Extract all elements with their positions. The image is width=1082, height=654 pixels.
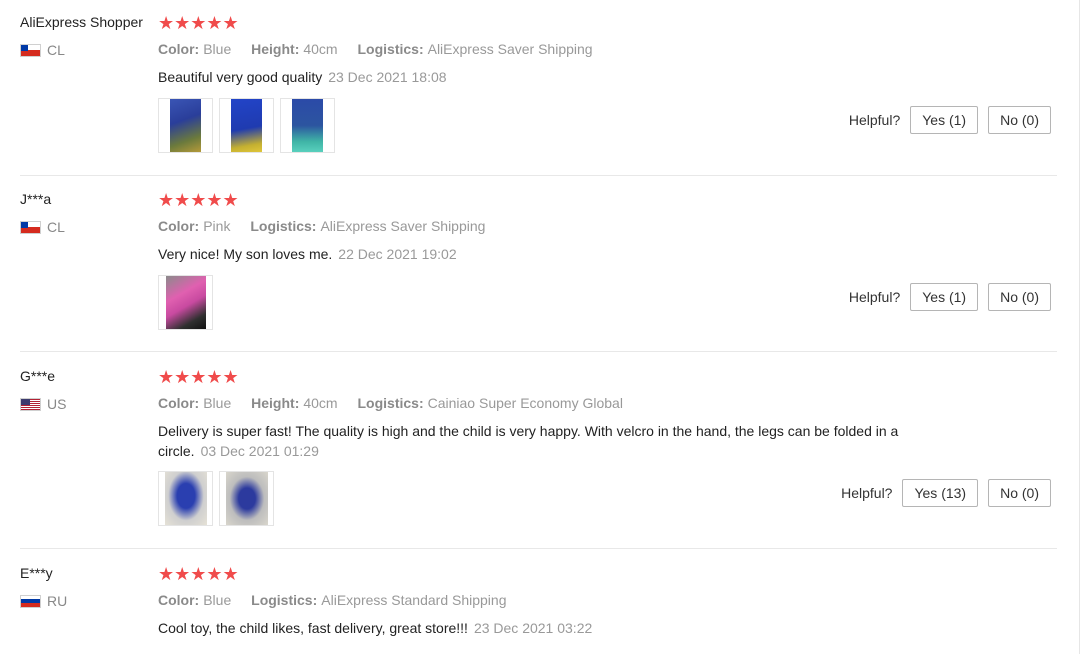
- attr-key: Logistics:: [357, 41, 424, 57]
- review-photo-thumbnail[interactable]: [158, 471, 213, 526]
- helpful-yes-button[interactable]: Yes (1): [910, 106, 979, 134]
- reviewer-name: AliExpress Shopper: [20, 14, 143, 30]
- attr-key: Color:: [158, 592, 200, 608]
- review-body: Cool toy, the child likes, fast delivery…: [158, 620, 468, 636]
- review-body: Beautiful very good quality: [158, 69, 323, 85]
- attr-value: Blue: [203, 41, 232, 57]
- attr-key: Logistics:: [251, 592, 318, 608]
- reviewer-name: E***y: [20, 565, 53, 581]
- star-rating: ★★★★★: [158, 367, 239, 387]
- reviewer-country: RU: [20, 593, 67, 609]
- review-text: Cool toy, the child likes, fast delivery…: [158, 618, 958, 638]
- review-photos: [158, 275, 213, 330]
- attr-value: AliExpress Standard Shipping: [321, 592, 507, 608]
- attr-key: Logistics:: [250, 218, 317, 234]
- country-code: CL: [47, 219, 65, 235]
- attr-value: Pink: [203, 218, 231, 234]
- reviewer-name: G***e: [20, 368, 56, 384]
- country-code: CL: [47, 42, 65, 58]
- review-attributes: Color: Blue Height: 40cm Logistics: AliExpr…: [158, 41, 609, 57]
- attr-key: Height:: [251, 395, 300, 411]
- russia-flag-icon: [20, 594, 41, 608]
- review-attributes: Color: Blue Height: 40cm Logistics: Cainiao…: [158, 395, 639, 411]
- star-rating: ★★★★★: [158, 190, 239, 210]
- review-date: 03 Dec 2021 01:29: [200, 443, 319, 459]
- country-code: US: [47, 396, 67, 412]
- review-photos: [158, 98, 335, 153]
- attr-value: 40cm: [303, 41, 338, 57]
- reviewer-country: CL: [20, 42, 65, 58]
- star-rating: ★★★★★: [158, 13, 239, 33]
- helpful-vote: Helpful? Yes (1) No (0): [849, 283, 1051, 311]
- review-photo-thumbnail[interactable]: [158, 275, 213, 330]
- helpful-label: Helpful?: [848, 112, 901, 128]
- review-attributes: Color: Blue Logistics: AliExpress Standard…: [158, 592, 523, 608]
- chile-flag-icon: [20, 220, 41, 234]
- attr-key: Color:: [158, 218, 200, 234]
- review-date: 23 Dec 2021 18:08: [328, 69, 447, 85]
- helpful-no-button[interactable]: No (0): [988, 283, 1051, 311]
- review-photo-thumbnail[interactable]: [219, 471, 274, 526]
- attr-key: Logistics:: [357, 395, 424, 411]
- helpful-label: Helpful?: [848, 289, 901, 305]
- reviewer-country: US: [20, 396, 66, 412]
- helpful-no-button[interactable]: No (0): [988, 479, 1051, 507]
- helpful-yes-button[interactable]: Yes (1): [910, 283, 979, 311]
- attr-value: 40cm: [303, 395, 338, 411]
- helpful-vote: Helpful? Yes (1) No (0): [849, 106, 1051, 134]
- reviewer-name: J***a: [20, 191, 52, 207]
- attr-value: Blue: [203, 592, 232, 608]
- attr-key: Color:: [158, 41, 200, 57]
- review-photo-thumbnail[interactable]: [280, 98, 335, 153]
- attr-value: Blue: [203, 395, 232, 411]
- chile-flag-icon: [20, 43, 41, 57]
- attr-value: AliExpress Saver Shipping: [320, 218, 486, 234]
- review-text: Delivery is super fast! The quality is h…: [158, 421, 958, 461]
- attr-value: Cainiao Super Economy Global: [427, 395, 623, 411]
- reviewer-country: CL: [20, 219, 65, 235]
- helpful-vote: Helpful? Yes (13) No (0): [841, 479, 1051, 507]
- helpful-no-button[interactable]: No (0): [988, 106, 1051, 134]
- star-rating: ★★★★★: [158, 564, 239, 584]
- us-flag-icon: [20, 397, 41, 411]
- review-photos: [158, 471, 274, 526]
- page-right-border: [1079, 0, 1080, 654]
- review-date: 23 Dec 2021 03:22: [473, 620, 593, 636]
- review-photo-thumbnail[interactable]: [158, 98, 213, 153]
- review-attributes: Color: Pink Logistics: AliExpress Saver Sh…: [158, 218, 501, 234]
- helpful-yes-button[interactable]: Yes (13): [902, 479, 979, 507]
- review-photo-thumbnail[interactable]: [219, 98, 274, 153]
- attr-key: Height:: [251, 41, 300, 57]
- attr-value: AliExpress Saver Shipping: [427, 41, 593, 57]
- review-divider: [20, 351, 1057, 352]
- review-text: Very nice! My son loves me. 22 Dec 2021 1…: [158, 244, 958, 264]
- country-code: RU: [47, 593, 68, 609]
- review-date: 22 Dec 2021 19:02: [338, 246, 457, 262]
- review-divider: [20, 548, 1057, 549]
- attr-key: Color:: [158, 395, 200, 411]
- review-text: Beautiful very good quality 23 Dec 2021 1…: [158, 67, 958, 87]
- review-divider: [20, 175, 1057, 176]
- helpful-label: Helpful?: [841, 485, 893, 501]
- review-body: Very nice! My son loves me.: [158, 246, 333, 262]
